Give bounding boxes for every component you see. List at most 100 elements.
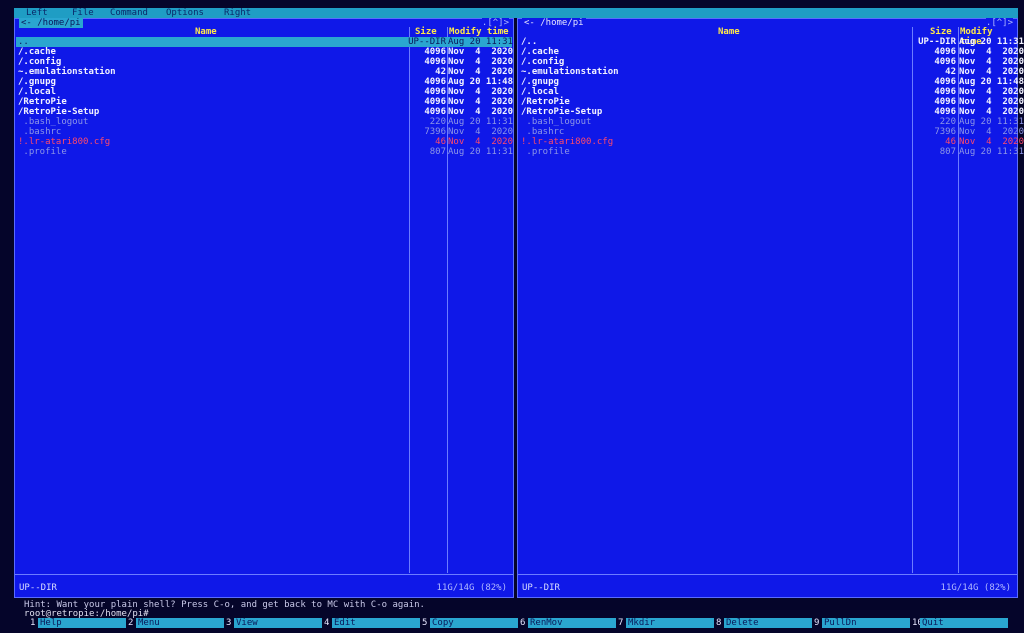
file-modify-time: Aug 20 11:31 (959, 117, 1024, 127)
left-file-row[interactable]: .. UP--DIR Aug 20 11:31 (16, 37, 513, 47)
fkey-quit-button[interactable]: 10Quit (912, 618, 1008, 628)
left-header-name[interactable]: Name (195, 27, 217, 37)
file-modify-time: Nov 4 2020 (448, 87, 514, 97)
fkey-delete-button[interactable]: 8 Delete (716, 618, 812, 628)
file-modify-time: Nov 4 2020 (959, 57, 1024, 67)
right-mini-status: UP--DIR (522, 583, 560, 593)
file-name: /.local (521, 87, 559, 97)
right-file-row[interactable]: /.local 4096 Nov 4 2020 (519, 87, 1024, 97)
left-header-size[interactable]: Size (415, 27, 437, 37)
right-file-row[interactable]: /.config 4096 Nov 4 2020 (519, 57, 1024, 67)
left-free-space: 11G/14G (82%) (436, 583, 507, 593)
left-file-row[interactable]: /.gnupg 4096 Aug 20 11:48 (16, 77, 514, 87)
file-size: 46 (945, 137, 956, 147)
fkey-edit-button[interactable]: 4 Edit (324, 618, 420, 628)
file-size: 807 (939, 147, 956, 157)
right-header-size[interactable]: Size (930, 27, 952, 37)
right-file-row[interactable]: .bash_logout 220 Aug 20 11:31 (519, 117, 1024, 127)
right-file-row[interactable]: !.lr-atari800.cfg 46 Nov 4 2020 (519, 137, 1024, 147)
file-size: 7396 (934, 127, 956, 137)
fkey-view-button[interactable]: 3 View (226, 618, 322, 628)
file-size: 4096 (424, 97, 446, 107)
left-header-time[interactable]: Modify time (449, 27, 509, 37)
file-size: 42 (435, 67, 446, 77)
file-size: 4096 (424, 107, 446, 117)
menu-file[interactable]: File (72, 8, 94, 18)
right-panel[interactable]: <- /home/pi .[^]> Name Size Modify time … (517, 18, 1024, 598)
left-file-row[interactable]: .profile 807 Aug 20 11:31 (16, 147, 514, 157)
left-file-row[interactable]: .bash_logout 220 Aug 20 11:31 (16, 117, 513, 127)
fkey-label: RenMov (528, 618, 616, 628)
right-file-row[interactable]: ~.emulationstation 42 Nov 4 2020 (519, 67, 1024, 77)
left-mini-status: UP--DIR (19, 583, 57, 593)
fkey-label: Edit (332, 618, 420, 628)
file-name: /.local (18, 87, 56, 97)
file-size: 220 (939, 117, 956, 127)
left-file-row[interactable]: ~.emulationstation 42 Nov 4 2020 (16, 67, 513, 77)
file-name: /RetroPie (18, 97, 67, 107)
menu-bar: Left File Command Options Right (14, 8, 1018, 18)
file-modify-time: Aug 20 11:48 (448, 77, 514, 87)
left-file-list: .. UP--DIR Aug 20 11:31/.cache 4096 Nov 4 20… (16, 37, 514, 157)
file-name: /.gnupg (521, 77, 559, 87)
left-file-row[interactable]: .bashrc 7396 Nov 4 2020 (16, 127, 513, 137)
right-header-time[interactable]: Modify time (960, 27, 1017, 47)
right-header-name[interactable]: Name (718, 27, 740, 37)
fkey-mkdir-button[interactable]: 7 Mkdir (618, 618, 714, 628)
menu-options[interactable]: Options (166, 8, 204, 18)
file-size: 807 (429, 147, 446, 157)
fkey-number: 2 (128, 618, 134, 628)
fkey-pulldn-button[interactable]: 9 PullDn (814, 618, 910, 628)
file-name: /RetroPie-Setup (521, 107, 603, 117)
right-panel-path[interactable]: <- /home/pi (522, 18, 586, 28)
right-file-row[interactable]: /.cache 4096 Nov 4 2020 (519, 47, 1024, 57)
file-modify-time: Aug 20 11:31 (448, 147, 514, 157)
fkey-number: 1 (30, 618, 36, 628)
file-size: 4096 (934, 97, 956, 107)
left-file-row[interactable]: /RetroPie-Setup 4096 Nov 4 2020 (16, 107, 513, 117)
fkey-number: 3 (226, 618, 232, 628)
menu-right[interactable]: Right (224, 8, 251, 18)
right-file-row[interactable]: .profile 807 Aug 20 11:31 (519, 147, 1024, 157)
file-modify-time: Aug 20 11:48 (959, 77, 1024, 87)
terminal-screen: Left File Command Options Right <- /home/pi … (10, 4, 1024, 633)
file-modify-time: Nov 4 2020 (959, 47, 1024, 57)
fkey-label: Menu (136, 618, 224, 628)
right-file-row[interactable]: .bashrc 7396 Nov 4 2020 (519, 127, 1024, 137)
fkey-number: 7 (618, 618, 624, 628)
menu-command[interactable]: Command (110, 8, 148, 18)
right-file-list: /.. UP--DIR Aug 20 11:31/.cache 4096 Nov 4 2… (519, 37, 1024, 157)
file-name: ~.emulationstation (18, 67, 116, 77)
right-file-row[interactable]: /RetroPie-Setup 4096 Nov 4 2020 (519, 107, 1024, 117)
file-size: 42 (945, 67, 956, 77)
file-size: 4096 (934, 57, 956, 67)
fkey-help-button[interactable]: 1 Help (30, 618, 126, 628)
fkey-label: Copy (430, 618, 518, 628)
fkey-label: Mkdir (626, 618, 714, 628)
left-file-row[interactable]: /.config 4096 Nov 4 2020 (16, 57, 513, 67)
file-name: /.config (521, 57, 565, 67)
file-size: 4096 (424, 57, 446, 67)
left-panel-path[interactable]: <- /home/pi (19, 18, 83, 28)
left-panel[interactable]: <- /home/pi .[^]> Name Size Modify time … (14, 18, 514, 598)
file-size: UP--DIR (408, 37, 446, 47)
menu-left[interactable]: Left (26, 8, 48, 18)
file-name: /RetroPie (521, 97, 570, 107)
fkey-renmov-button[interactable]: 6 RenMov (520, 618, 616, 628)
left-file-row[interactable]: !.lr-atari800.cfg 46 Nov 4 2020 (16, 137, 513, 147)
left-file-row[interactable]: /RetroPie 4096 Nov 4 2020 (16, 97, 513, 107)
file-modify-time: Nov 4 2020 (448, 47, 514, 57)
fkey-menu-button[interactable]: 2 Menu (128, 618, 224, 628)
file-name: /RetroPie-Setup (18, 107, 100, 117)
fkey-number: 5 (422, 618, 428, 628)
right-file-row[interactable]: /RetroPie 4096 Nov 4 2020 (519, 97, 1024, 107)
right-file-row[interactable]: /.gnupg 4096 Aug 20 11:48 (519, 77, 1024, 87)
left-file-row[interactable]: /.local 4096 Nov 4 2020 (16, 87, 514, 97)
file-modify-time: Nov 4 2020 (959, 127, 1024, 137)
file-name: /.config (18, 57, 62, 67)
file-name: /.gnupg (18, 77, 56, 87)
file-name: .bash_logout (521, 117, 592, 127)
fkey-copy-button[interactable]: 5 Copy (422, 618, 518, 628)
right-file-row[interactable]: /.. UP--DIR Aug 20 11:31 (519, 37, 1024, 47)
left-file-row[interactable]: /.cache 4096 Nov 4 2020 (16, 47, 514, 57)
